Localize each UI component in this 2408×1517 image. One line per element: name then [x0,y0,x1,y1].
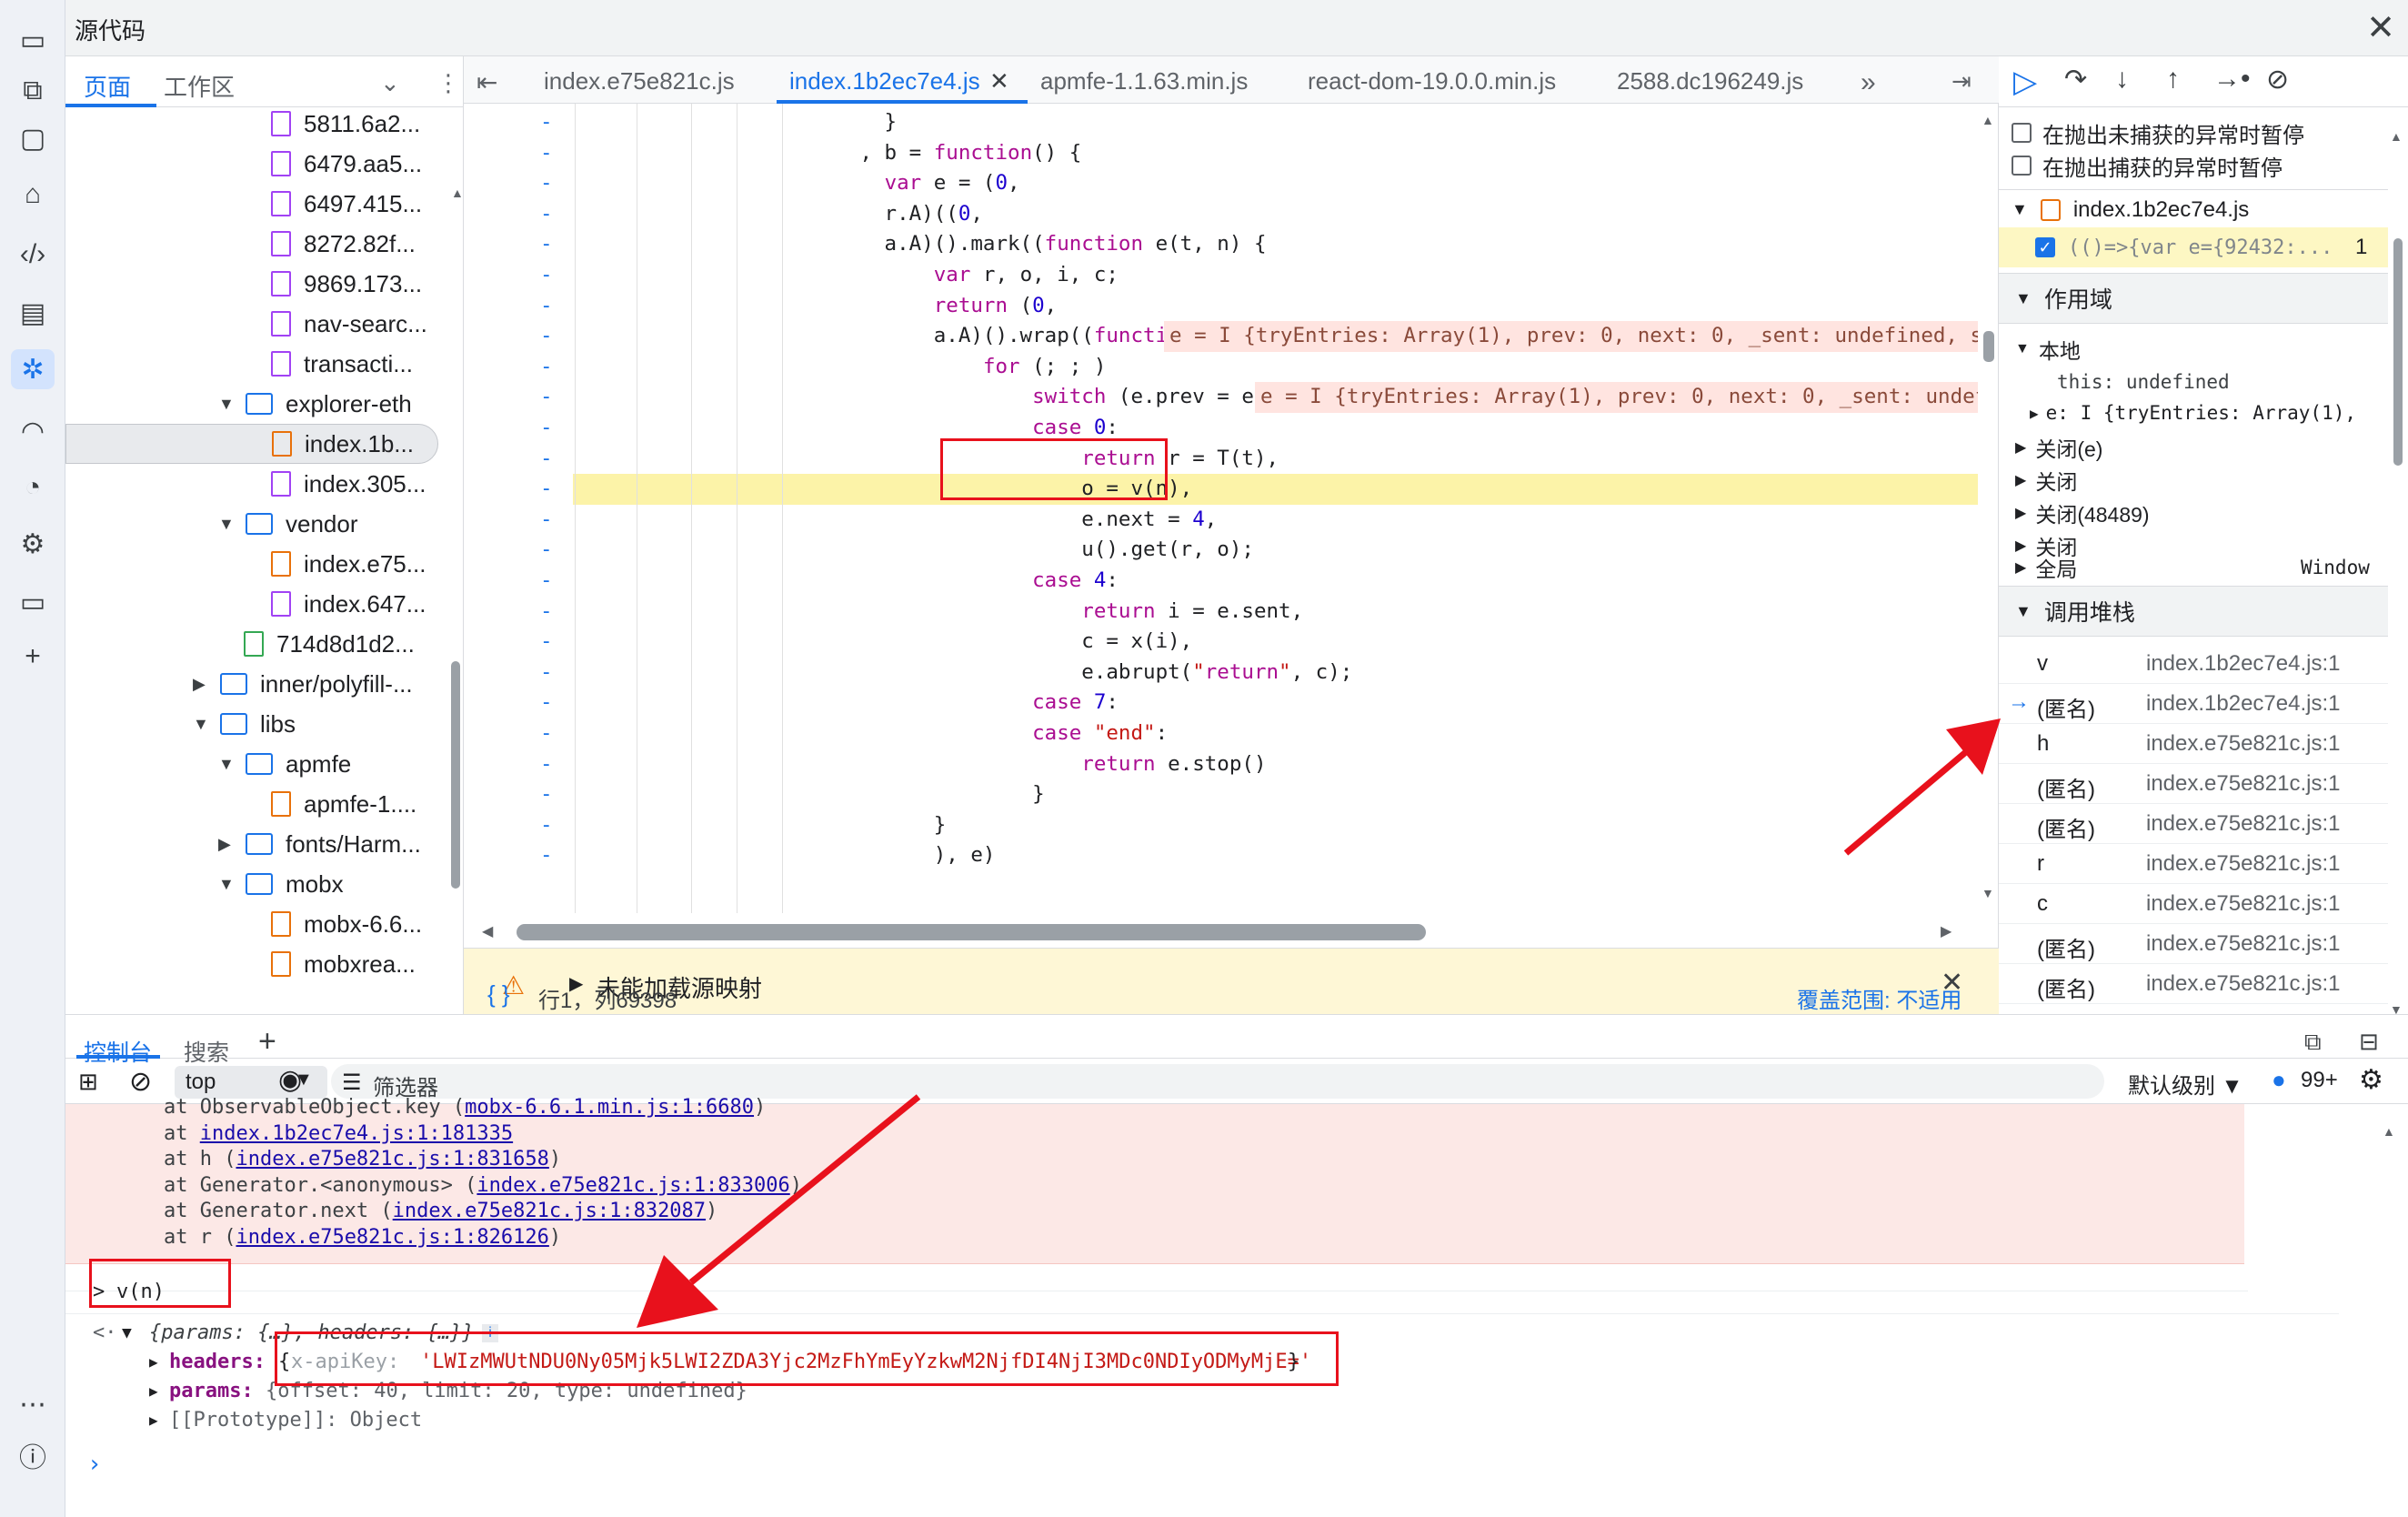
arrowhead-callstack [1946,718,2001,775]
arrow-callstack [1843,743,1976,856]
annotation-arrows [637,718,2001,1328]
arrowhead-console [637,1255,718,1328]
arrow-console [688,1094,921,1285]
